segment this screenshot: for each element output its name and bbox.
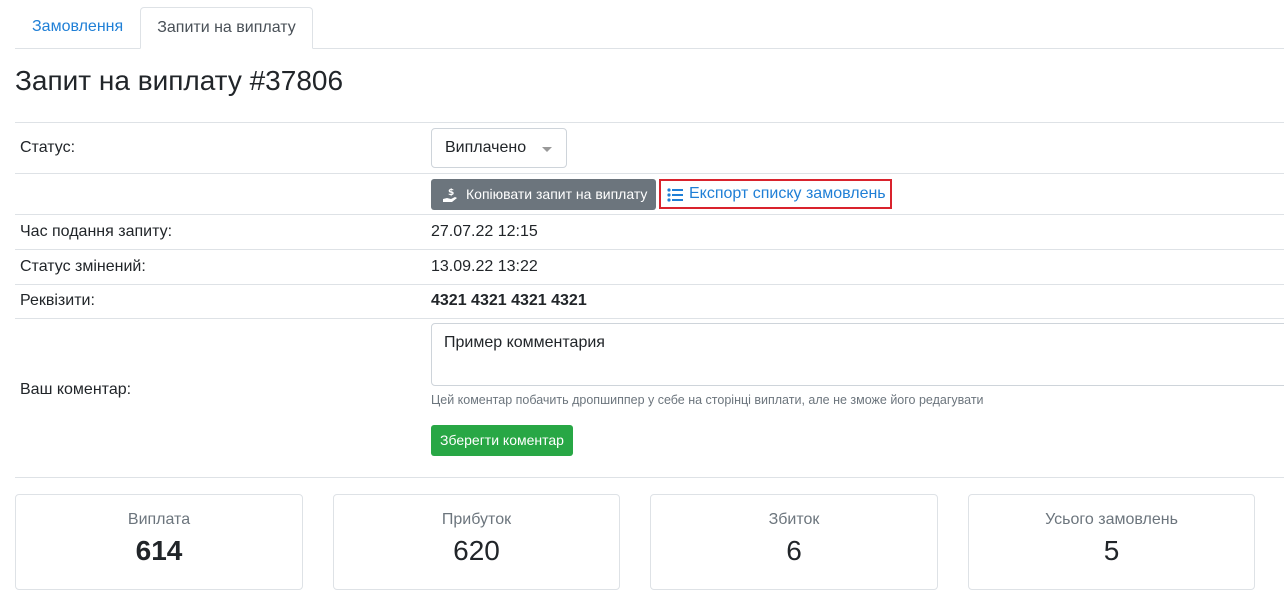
- row-divider: [15, 477, 1284, 478]
- row-divider: [15, 214, 1284, 215]
- row-divider: [15, 284, 1284, 285]
- copy-payout-request-button[interactable]: $ Копіювати запит на виплату: [431, 179, 656, 210]
- copy-button-label: Копіювати запит на виплату: [466, 186, 648, 202]
- row-divider: [15, 173, 1284, 174]
- status-select[interactable]: Виплачено: [431, 128, 567, 168]
- stat-value: 614: [135, 535, 183, 566]
- comment-textarea[interactable]: Пример комментария: [431, 323, 1284, 386]
- status-changed-label: Статус змінений:: [20, 258, 146, 275]
- stat-label: Прибуток: [441, 511, 512, 528]
- tab-orders[interactable]: Замовлення: [15, 7, 140, 48]
- requisites-value: 4321 4321 4321 4321: [431, 292, 587, 309]
- tab-payout-requests[interactable]: Запити на виплату: [140, 7, 313, 49]
- row-divider: [15, 318, 1284, 319]
- svg-text:$: $: [448, 188, 454, 198]
- stat-value: 5: [1103, 535, 1120, 566]
- page-title: Запит на виплату #37806: [15, 65, 344, 96]
- status-changed-value: 13.09.22 13:22: [431, 258, 538, 275]
- tab-bar: Замовлення Запити на виплату: [15, 7, 1284, 49]
- stat-card-loss: Збиток 6: [650, 494, 938, 590]
- stat-label: Збиток: [768, 511, 820, 528]
- export-orders-link[interactable]: Експорт списку замовлень: [659, 179, 892, 209]
- comment-label: Ваш коментар:: [20, 381, 132, 398]
- requisites-label: Реквізити:: [20, 292, 95, 309]
- stat-card-total-orders: Усього замовлень 5: [968, 494, 1255, 590]
- comment-help-text: Цей коментар побачить дропшиппер у себе …: [431, 393, 984, 407]
- stat-card-profit: Прибуток 620: [333, 494, 620, 590]
- submitted-time-label: Час подання запиту:: [20, 223, 173, 240]
- submitted-time-value: 27.07.22 12:15: [431, 223, 538, 240]
- caret-down-icon: [542, 147, 552, 152]
- stat-value: 620: [453, 535, 500, 566]
- status-select-value: Виплачено: [445, 139, 527, 156]
- row-divider: [15, 122, 1284, 123]
- row-divider: [15, 249, 1284, 250]
- save-comment-button[interactable]: Зберегти коментар: [431, 425, 573, 456]
- status-label: Статус:: [20, 139, 76, 156]
- stat-value: 6: [786, 535, 802, 566]
- stat-label: Усього замовлень: [1045, 511, 1178, 528]
- list-icon: [667, 186, 683, 212]
- stat-card-payout: Виплата 614: [15, 494, 303, 590]
- export-link-label: Експорт списку замовлень: [689, 185, 886, 202]
- hand-dollar-icon: $: [442, 185, 458, 216]
- stat-label: Виплата: [127, 511, 191, 528]
